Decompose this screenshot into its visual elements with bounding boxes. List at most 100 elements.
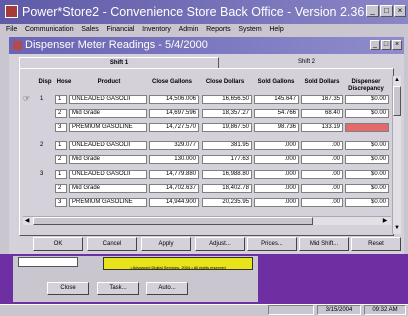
apply-button[interactable]: Apply	[141, 237, 191, 251]
sold-gallons-cell[interactable]: .000	[254, 155, 299, 164]
product-cell[interactable]: PREMIUM GASOLINE	[69, 123, 147, 132]
close-dollars-cell[interactable]: 16,988.80	[202, 170, 252, 179]
menu-file[interactable]: File	[6, 24, 17, 36]
sold-gallons-cell[interactable]: 54.766	[254, 109, 299, 118]
sold-dollars-cell[interactable]: 133.19	[301, 123, 343, 132]
close-icon[interactable]: ×	[394, 5, 406, 17]
reset-button[interactable]: Reset	[351, 237, 401, 251]
cancel-button[interactable]: Cancel	[87, 237, 137, 251]
hose-cell[interactable]: 3	[55, 123, 67, 132]
menu-admin[interactable]: Admin	[179, 24, 199, 36]
product-cell[interactable]: Mid Grade	[69, 155, 147, 164]
close-dollars-cell[interactable]: 381.95	[202, 141, 252, 150]
tab-shift-1[interactable]: Shift 1	[19, 57, 219, 68]
close-dollars-cell[interactable]: 18,402.78	[202, 184, 252, 193]
col-hose: Hose	[56, 79, 72, 85]
vertical-scrollbar[interactable]: ▲ ▼	[392, 76, 401, 234]
hose-cell[interactable]: 2	[55, 184, 67, 193]
hose-cell[interactable]: 3	[55, 198, 67, 207]
ok-button[interactable]: OK	[33, 237, 83, 251]
close-gallons-cell[interactable]: 14,727.570	[149, 123, 199, 132]
discrepancy-alert-cell[interactable]	[345, 123, 389, 132]
scroll-down-icon[interactable]: ▼	[393, 224, 401, 232]
close-gallons-cell[interactable]: 130.000	[149, 155, 199, 164]
discrepancy-cell[interactable]: $0.00	[345, 109, 389, 118]
sold-dollars-cell[interactable]: .00	[301, 141, 343, 150]
sold-gallons-cell[interactable]: .000	[254, 141, 299, 150]
hose-cell[interactable]: 1	[55, 95, 67, 104]
scroll-right-icon[interactable]: ▶	[381, 217, 389, 225]
mid-shift-button[interactable]: Mid Shift...	[299, 237, 349, 251]
discrepancy-cell[interactable]: $0.00	[345, 141, 389, 150]
col-discrepancy: Dispenser Discrepancy	[348, 79, 384, 92]
sold-dollars-cell[interactable]: .00	[301, 155, 343, 164]
close-dollars-cell[interactable]: 20,235.95	[202, 198, 252, 207]
discrepancy-cell[interactable]: $0.00	[345, 95, 389, 104]
close-button[interactable]: Close	[47, 282, 89, 295]
discrepancy-cell[interactable]: $0.00	[345, 184, 389, 193]
sold-gallons-cell[interactable]: 98.736	[254, 123, 299, 132]
product-cell[interactable]: UNLEADED GASOLII	[69, 170, 147, 179]
sold-dollars-cell[interactable]: 68.40	[301, 109, 343, 118]
restore-icon[interactable]: □	[380, 5, 393, 17]
vertical-scroll-thumb[interactable]	[393, 86, 401, 116]
discrepancy-cell[interactable]: $0.00	[345, 170, 389, 179]
adjust-button[interactable]: Adjust...	[195, 237, 245, 251]
sold-dollars-cell[interactable]: .00	[301, 170, 343, 179]
close-dollars-cell[interactable]: 16,656.50	[202, 95, 252, 104]
ticker-banner: • Advanced Digital Services, 2004 • All …	[103, 257, 253, 270]
menu-system[interactable]: System	[238, 24, 261, 36]
product-cell[interactable]: PREMIUM GASOLINE	[69, 198, 147, 207]
child-close-icon[interactable]: ×	[392, 40, 402, 50]
hose-cell[interactable]: 2	[55, 109, 67, 118]
product-cell[interactable]: UNLEADED GASOLII	[69, 141, 147, 150]
sold-gallons-cell[interactable]: .000	[254, 198, 299, 207]
child-restore-icon[interactable]: □	[381, 40, 391, 50]
col-disp: Disp	[38, 79, 52, 85]
child-window-title-bar: Dispenser Meter Readings - 5/4/2000 _ □ …	[9, 37, 404, 54]
menu-help[interactable]: Help	[269, 24, 283, 36]
scroll-up-icon[interactable]: ▲	[393, 76, 401, 84]
task-button[interactable]: Task...	[97, 282, 139, 295]
menu-sales[interactable]: Sales	[81, 24, 99, 36]
horizontal-scroll-thumb[interactable]	[33, 217, 313, 225]
product-cell[interactable]: Mid Grade	[69, 109, 147, 118]
sold-gallons-cell[interactable]: 145.647	[254, 95, 299, 104]
product-cell[interactable]: Mid Grade	[69, 184, 147, 193]
close-dollars-cell[interactable]: 19,867.50	[202, 123, 252, 132]
hose-cell[interactable]: 1	[55, 141, 67, 150]
close-gallons-cell[interactable]: 14,702.637	[149, 184, 199, 193]
hose-cell[interactable]: 2	[55, 155, 67, 164]
prices-button[interactable]: Prices...	[247, 237, 297, 251]
minimize-icon[interactable]: _	[366, 5, 379, 17]
discrepancy-cell[interactable]: $0.00	[345, 198, 389, 207]
horizontal-scrollbar[interactable]: ◀ ▶	[23, 216, 391, 225]
sold-dollars-cell[interactable]: .00	[301, 198, 343, 207]
col-sold-dollars: Sold Dollars	[304, 79, 340, 85]
discrepancy-cell[interactable]: $0.00	[345, 155, 389, 164]
close-gallons-cell[interactable]: 14,944.900	[149, 198, 199, 207]
close-dollars-cell[interactable]: 177.63	[202, 155, 252, 164]
tab-shift-2[interactable]: Shift 2	[219, 57, 394, 68]
close-gallons-cell[interactable]: 14,779.880	[149, 170, 199, 179]
sold-dollars-cell[interactable]: 167.35	[301, 95, 343, 104]
menu-inventory[interactable]: Inventory	[142, 24, 171, 36]
auto-button[interactable]: Auto...	[146, 282, 188, 295]
product-cell[interactable]: UNLEADED GASOLII	[69, 95, 147, 104]
close-dollars-cell[interactable]: 18,357.27	[202, 109, 252, 118]
readings-panel	[19, 68, 394, 236]
scroll-left-icon[interactable]: ◀	[23, 217, 31, 225]
hose-cell[interactable]: 1	[55, 170, 67, 179]
close-gallons-cell[interactable]: 14,697.596	[149, 109, 199, 118]
disp-number: 1	[40, 96, 44, 102]
close-gallons-cell[interactable]: 14,506.006	[149, 95, 199, 104]
sold-gallons-cell[interactable]: .000	[254, 170, 299, 179]
child-minimize-icon[interactable]: _	[370, 40, 380, 50]
disp-number: 2	[40, 142, 44, 148]
menu-communication[interactable]: Communication	[25, 24, 74, 36]
menu-financial[interactable]: Financial	[106, 24, 134, 36]
sold-gallons-cell[interactable]: .000	[254, 184, 299, 193]
sold-dollars-cell[interactable]: .00	[301, 184, 343, 193]
close-gallons-cell[interactable]: 329.077	[149, 141, 199, 150]
menu-reports[interactable]: Reports	[206, 24, 231, 36]
